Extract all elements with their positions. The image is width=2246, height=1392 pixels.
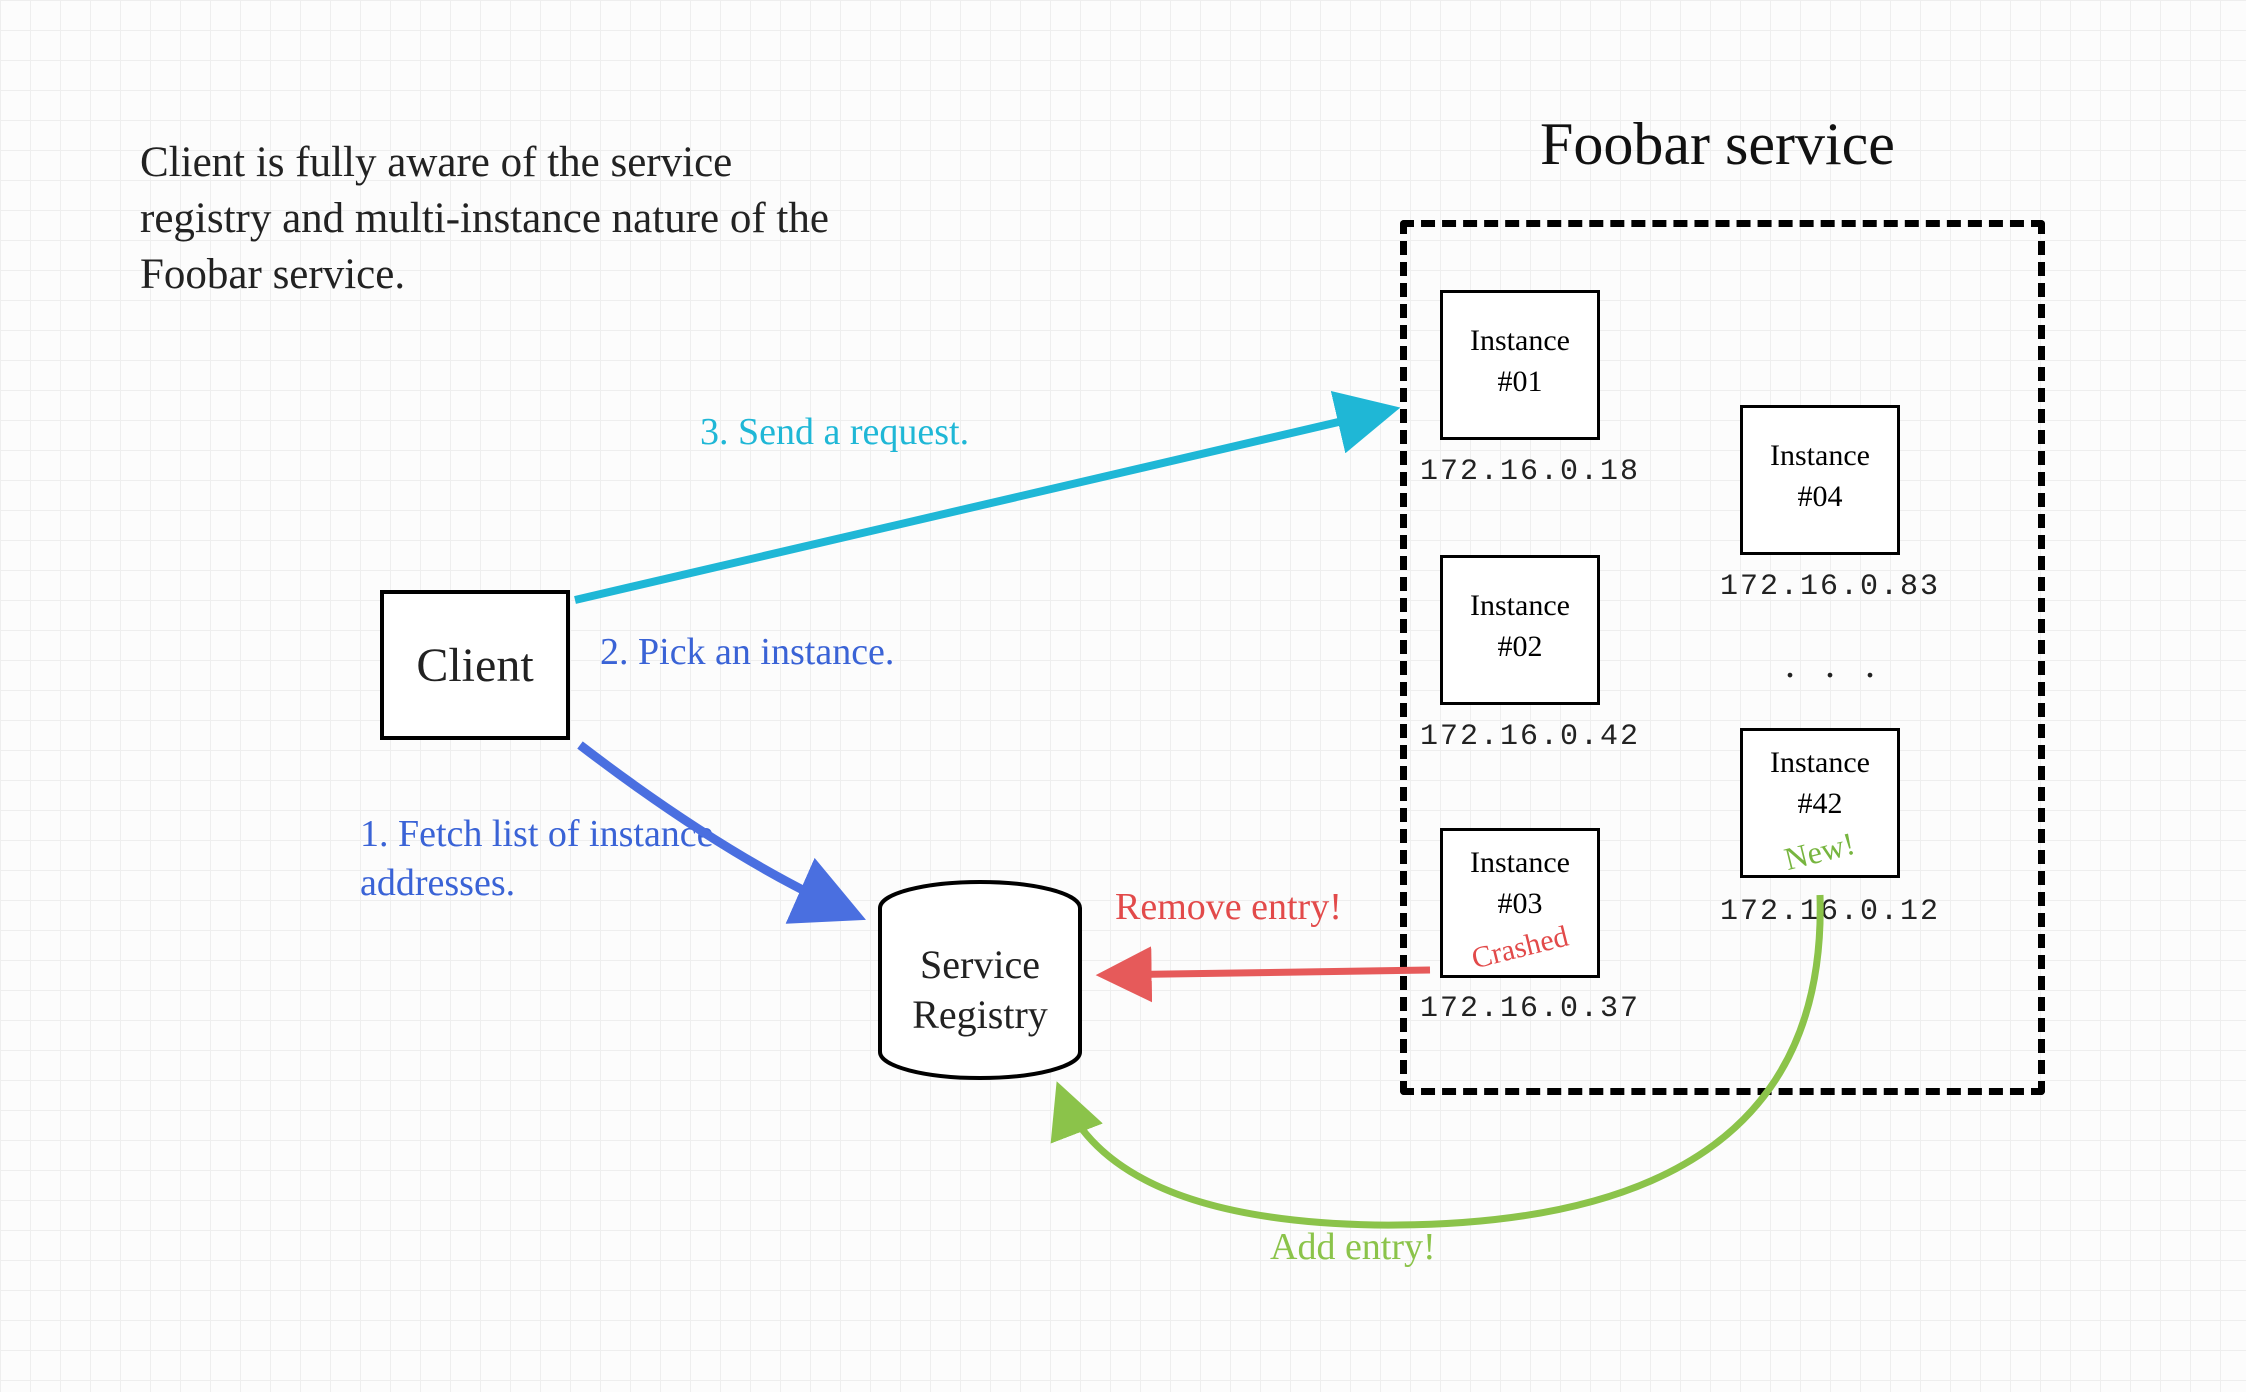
registry-label1: Service [920,942,1040,987]
step-2-label: 2. Pick an instance. [600,630,894,674]
instance-42-ip: 172.16.0.12 [1720,895,1940,929]
step-3-label: 3. Send a request. [700,410,969,454]
registry-label2: Registry [912,992,1048,1037]
step-1-label: 1. Fetch list of instance addresses. [360,810,760,909]
instance-42: Instance #42 New! [1740,728,1900,878]
instance-02-ip: 172.16.0.42 [1420,720,1640,754]
arrow-remove-entry [1105,970,1430,975]
instance-04: Instance #04 [1740,405,1900,555]
service-title: Foobar service [1540,110,1895,179]
instance-03: Instance #03 Crashed [1440,828,1600,978]
service-registry: Service Registry [870,880,1090,1080]
instance-03-ip: 172.16.0.37 [1420,992,1640,1026]
instance-01-ip: 172.16.0.18 [1420,455,1640,489]
add-entry-label: Add entry! [1270,1225,1436,1269]
arrow-send-request [575,410,1390,600]
crashed-label: Crashed [1467,917,1572,980]
instance-04-ip: 172.16.0.83 [1720,570,1940,604]
description-text: Client is fully aware of the service reg… [140,135,840,303]
client-box: Client [380,590,570,740]
ellipsis: . . . [1785,640,1885,687]
instance-01: Instance #01 [1440,290,1600,440]
instance-02: Instance #02 [1440,555,1600,705]
diagram-canvas: Client is fully aware of the service reg… [0,0,2246,1392]
new-label: New! [1780,822,1859,881]
remove-entry-label: Remove entry! [1115,885,1342,929]
client-label: Client [416,638,533,693]
